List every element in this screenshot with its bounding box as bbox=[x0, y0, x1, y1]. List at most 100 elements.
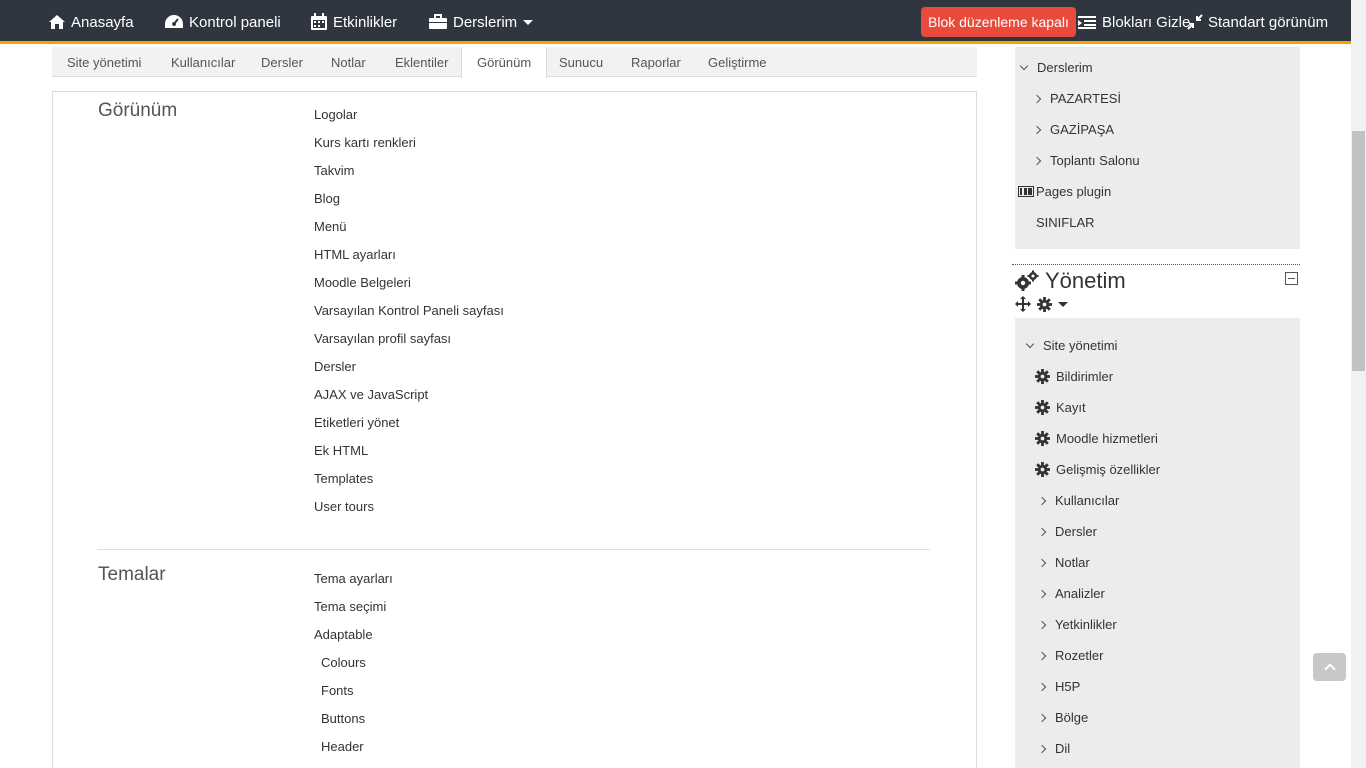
tab-users[interactable]: Kullanıcılar bbox=[156, 47, 250, 77]
tree-grades[interactable]: Notlar bbox=[1037, 555, 1090, 570]
link-blog[interactable]: Blog bbox=[314, 191, 340, 206]
nav-my-courses-dropdown[interactable]: Derslerim bbox=[428, 0, 534, 44]
tree-course-pazartesi[interactable]: PAZARTESİ bbox=[1032, 91, 1121, 106]
tree-site-admin[interactable]: Site yönetimi bbox=[1025, 338, 1117, 353]
top-navbar: Anasayfa Kontrol paneli Etkinlikler Ders… bbox=[0, 0, 1351, 44]
link-logos[interactable]: Logolar bbox=[314, 107, 357, 122]
tree-competencies[interactable]: Yetkinlikler bbox=[1037, 617, 1117, 632]
tree-classes-label: SINIFLAR bbox=[1036, 215, 1095, 230]
link-additional-html[interactable]: Ek HTML bbox=[314, 443, 368, 458]
move-icon[interactable] bbox=[1015, 296, 1031, 312]
section-divider bbox=[97, 549, 930, 550]
tree-item-label: Notlar bbox=[1055, 555, 1090, 570]
chevron-down-icon bbox=[1025, 339, 1035, 348]
chevron-right-icon bbox=[1032, 156, 1042, 165]
tree-h5p[interactable]: H5P bbox=[1037, 679, 1080, 694]
hide-blocks-icon bbox=[1078, 16, 1096, 29]
chevron-right-icon bbox=[1032, 94, 1042, 103]
tab-appearance[interactable]: Görünüm bbox=[461, 47, 548, 78]
tree-item-label: Bölge bbox=[1055, 710, 1089, 725]
tab-reports[interactable]: Raporlar bbox=[616, 47, 696, 77]
chevron-right-icon bbox=[1037, 651, 1047, 660]
tree-item-label: Dersler bbox=[1055, 524, 1097, 539]
tree-pages-plugin[interactable]: Pages plugin bbox=[1018, 184, 1111, 199]
newspaper-icon bbox=[1018, 186, 1034, 197]
link-manage-tags[interactable]: Etiketleri yönet bbox=[314, 415, 399, 430]
gears-icon bbox=[1015, 270, 1039, 291]
administration-block bbox=[1015, 318, 1300, 768]
link-default-profile[interactable]: Varsayılan profil sayfası bbox=[314, 331, 451, 346]
page-scrollbar-thumb[interactable] bbox=[1352, 131, 1365, 371]
link-adaptable[interactable]: Adaptable bbox=[314, 627, 373, 642]
compress-icon bbox=[1187, 14, 1203, 30]
chevron-right-icon bbox=[1037, 620, 1047, 629]
tree-moodle-services[interactable]: Moodle hizmetleri bbox=[1035, 431, 1158, 446]
chevron-right-icon bbox=[1032, 125, 1042, 134]
link-menu[interactable]: Menü bbox=[314, 219, 347, 234]
nav-home[interactable]: Anasayfa bbox=[48, 0, 134, 44]
calendar-icon bbox=[311, 13, 327, 30]
chevron-right-icon bbox=[1037, 744, 1047, 753]
tree-my-courses[interactable]: Derslerim bbox=[1019, 60, 1093, 75]
link-theme-settings[interactable]: Tema ayarları bbox=[314, 571, 393, 586]
page-scrollbar[interactable] bbox=[1351, 0, 1366, 768]
tree-course-meeting-room[interactable]: Toplantı Salonu bbox=[1032, 153, 1140, 168]
link-colours[interactable]: Colours bbox=[321, 655, 366, 670]
tree-language[interactable]: Dil bbox=[1037, 741, 1070, 756]
chevron-up-icon bbox=[1323, 663, 1336, 675]
standard-view-button[interactable]: Standart görünüm bbox=[1187, 0, 1328, 44]
link-calendar[interactable]: Takvim bbox=[314, 163, 354, 178]
tab-grades[interactable]: Notlar bbox=[316, 47, 381, 77]
tree-registration[interactable]: Kayıt bbox=[1035, 400, 1086, 415]
admin-block-title: Yönetim bbox=[1045, 268, 1126, 293]
gear-icon bbox=[1035, 400, 1050, 415]
collapse-block-icon[interactable] bbox=[1285, 272, 1298, 285]
tree-item-label: Kullanıcılar bbox=[1055, 493, 1120, 508]
dashboard-icon bbox=[165, 15, 183, 28]
tree-courses[interactable]: Dersler bbox=[1037, 524, 1097, 539]
tree-notifications[interactable]: Bildirimler bbox=[1035, 369, 1113, 384]
tree-item-label: Yetkinlikler bbox=[1055, 617, 1117, 632]
nav-dashboard[interactable]: Kontrol paneli bbox=[164, 0, 281, 44]
tree-advanced-features-label: Gelişmiş özellikler bbox=[1056, 462, 1161, 477]
main-panel bbox=[52, 91, 977, 768]
link-ajax-javascript[interactable]: AJAX ve JavaScript bbox=[314, 387, 428, 402]
back-to-top-button[interactable] bbox=[1313, 653, 1346, 681]
tab-server[interactable]: Sunucu bbox=[544, 47, 618, 77]
block-actions-menu[interactable] bbox=[1037, 296, 1068, 312]
tree-registration-label: Kayıt bbox=[1056, 400, 1086, 415]
link-course-card-colors[interactable]: Kurs kartı renkleri bbox=[314, 135, 416, 150]
chevron-right-icon bbox=[1037, 589, 1047, 598]
tab-development[interactable]: Geliştirme bbox=[693, 47, 782, 77]
link-html-settings[interactable]: HTML ayarları bbox=[314, 247, 396, 262]
tree-classes[interactable]: SINIFLAR bbox=[1036, 215, 1095, 230]
chevron-right-icon bbox=[1037, 713, 1047, 722]
link-templates[interactable]: Templates bbox=[314, 471, 373, 486]
tab-site-admin[interactable]: Site yönetimi bbox=[52, 47, 156, 77]
tree-course-label: Toplantı Salonu bbox=[1050, 153, 1140, 168]
link-fonts[interactable]: Fonts bbox=[321, 683, 354, 698]
link-default-dashboard[interactable]: Varsayılan Kontrol Paneli sayfası bbox=[314, 303, 504, 318]
link-theme-selector[interactable]: Tema seçimi bbox=[314, 599, 386, 614]
tree-course-gazipasa[interactable]: GAZİPAŞA bbox=[1032, 122, 1115, 137]
tab-plugins[interactable]: Eklentiler bbox=[380, 47, 463, 77]
hide-blocks-label: Blokları Gizle bbox=[1102, 13, 1191, 31]
hide-blocks-button[interactable]: Blokları Gizle bbox=[1077, 0, 1190, 44]
tab-courses[interactable]: Dersler bbox=[246, 47, 318, 77]
link-moodle-docs[interactable]: Moodle Belgeleri bbox=[314, 275, 411, 290]
gear-icon bbox=[1037, 296, 1052, 312]
nav-events[interactable]: Etkinlikler bbox=[310, 0, 397, 44]
block-editing-toggle-button[interactable]: Blok düzenleme kapalı bbox=[921, 7, 1076, 37]
tree-users[interactable]: Kullanıcılar bbox=[1037, 493, 1120, 508]
link-buttons[interactable]: Buttons bbox=[321, 711, 365, 726]
link-courses[interactable]: Dersler bbox=[314, 359, 356, 374]
link-user-tours[interactable]: User tours bbox=[314, 499, 374, 514]
tree-location[interactable]: Bölge bbox=[1037, 710, 1089, 725]
nav-my-courses-label: Derslerim bbox=[453, 13, 518, 31]
tree-course-label: GAZİPAŞA bbox=[1050, 122, 1115, 137]
tree-advanced-features[interactable]: Gelişmiş özellikler bbox=[1035, 462, 1160, 477]
themes-section-title: Temalar bbox=[98, 564, 166, 585]
tree-analytics[interactable]: Analizler bbox=[1037, 586, 1105, 601]
tree-badges[interactable]: Rozetler bbox=[1037, 648, 1103, 663]
link-header[interactable]: Header bbox=[321, 739, 364, 754]
